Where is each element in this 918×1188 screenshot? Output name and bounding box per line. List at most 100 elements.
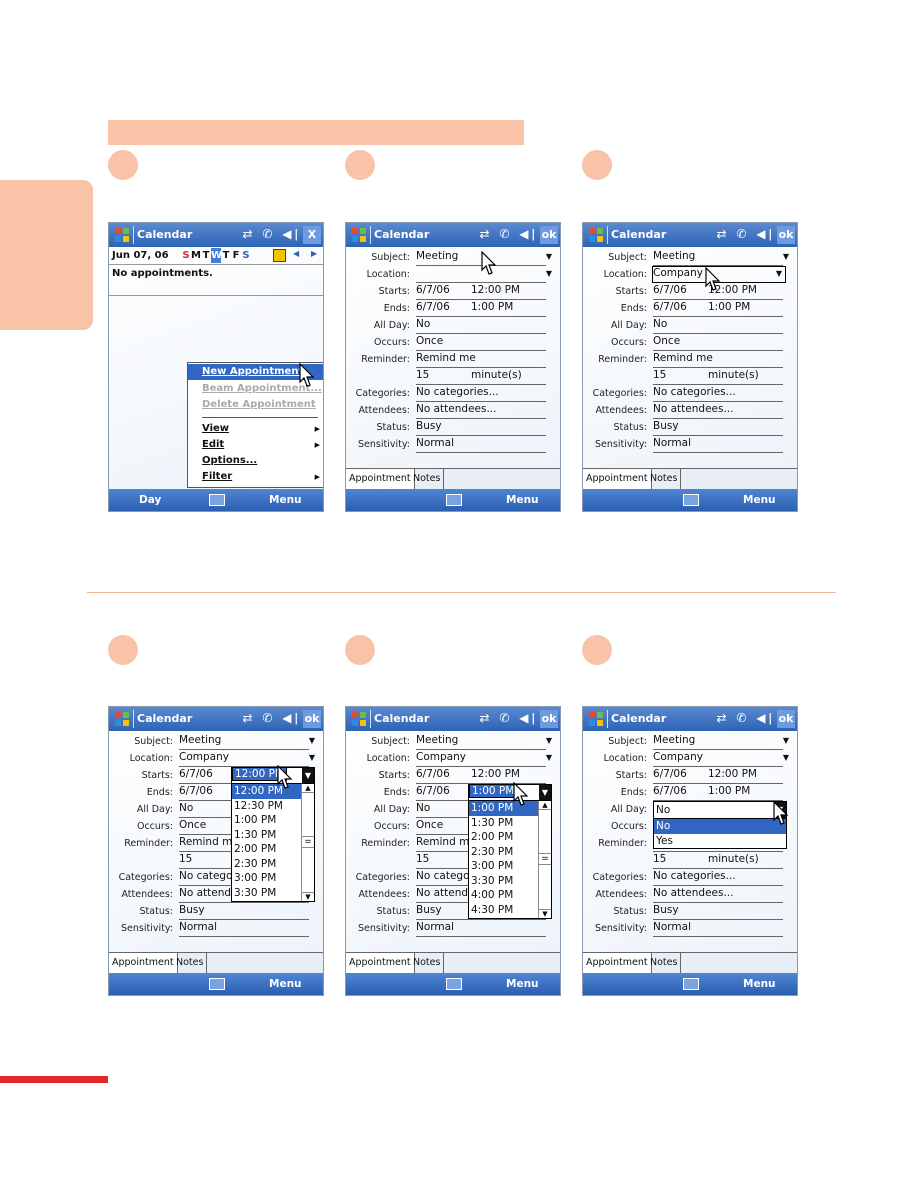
ok-button[interactable]: ok bbox=[303, 710, 321, 728]
tab-notes[interactable]: Notes bbox=[410, 469, 445, 489]
field-value[interactable]: 6/7/06 12:00 PM bbox=[653, 768, 783, 784]
weekday-0[interactable]: S bbox=[181, 248, 191, 263]
softkey-right[interactable]: Menu bbox=[506, 494, 539, 506]
tab-notes[interactable]: Notes bbox=[410, 953, 445, 973]
menu-item[interactable]: Edit bbox=[202, 438, 224, 452]
keyboard-icon[interactable] bbox=[446, 494, 462, 506]
field-value[interactable]: Busy bbox=[653, 420, 783, 436]
tab-appointment[interactable]: Appointment bbox=[109, 953, 178, 973]
field-value[interactable]: Busy bbox=[179, 904, 309, 920]
tab-appointment[interactable]: Appointment bbox=[583, 953, 652, 973]
menu-item[interactable]: Options... bbox=[202, 454, 257, 468]
keyboard-icon[interactable] bbox=[209, 494, 225, 506]
status-icons[interactable]: ⇄ ✆ ◀ǀ bbox=[242, 711, 301, 725]
dropdown-arrow-icon[interactable]: ▼ bbox=[309, 736, 315, 745]
field-value[interactable]: Once bbox=[416, 335, 546, 351]
field-value[interactable]: Meeting ▼ bbox=[653, 250, 789, 266]
today-icon[interactable] bbox=[273, 249, 286, 262]
field-value[interactable]: Busy bbox=[653, 904, 783, 920]
field-value[interactable]: Normal bbox=[416, 437, 546, 453]
weekday-4[interactable]: T bbox=[221, 248, 231, 263]
field-value[interactable]: Company ▼ bbox=[653, 751, 789, 767]
prev-week-icon[interactable]: ◀ bbox=[293, 249, 299, 258]
status-icons[interactable]: ⇄ ✆ ◀ǀ bbox=[716, 711, 775, 725]
field-value[interactable]: 6/7/06 1:00 PM bbox=[653, 301, 783, 317]
field-value[interactable]: Company ▼ bbox=[416, 751, 552, 767]
field-value[interactable]: No attendees... bbox=[653, 403, 783, 419]
softkey-right[interactable]: Menu bbox=[743, 978, 776, 990]
softkey-left[interactable]: Day bbox=[139, 494, 161, 506]
status-icons[interactable]: ⇄ ✆ ◀ǀ bbox=[479, 711, 538, 725]
keyboard-icon[interactable] bbox=[446, 978, 462, 990]
ok-button[interactable]: ok bbox=[540, 226, 558, 244]
field-value[interactable]: Normal bbox=[416, 921, 546, 937]
tab-appointment[interactable]: Appointment bbox=[346, 469, 415, 489]
scrollbar[interactable]: ▲ = ▼ bbox=[538, 801, 551, 918]
field-value[interactable]: No categories... bbox=[416, 386, 546, 402]
weekday-6[interactable]: S bbox=[241, 248, 251, 263]
keyboard-icon[interactable] bbox=[683, 978, 699, 990]
status-icons[interactable]: ⇄ ✆ ◀ǀ bbox=[479, 227, 538, 241]
field-value[interactable]: No categories... bbox=[653, 870, 783, 886]
dropdown-arrow-icon[interactable]: ▼ bbox=[302, 768, 314, 783]
dropdown-arrow-icon[interactable]: ▼ bbox=[546, 736, 552, 745]
field-value[interactable]: Meeting ▼ bbox=[416, 734, 552, 750]
windows-start-icon[interactable] bbox=[350, 226, 368, 244]
dropdown-arrow-icon[interactable]: ▼ bbox=[776, 269, 782, 278]
next-week-icon[interactable]: ▶ bbox=[311, 249, 317, 258]
windows-start-icon[interactable] bbox=[587, 710, 605, 728]
field-value[interactable]: Once bbox=[653, 335, 783, 351]
windows-start-icon[interactable] bbox=[587, 226, 605, 244]
tab-appointment[interactable]: Appointment bbox=[583, 469, 652, 489]
windows-start-icon[interactable] bbox=[113, 226, 131, 244]
field-value[interactable]: 15 minute(s) bbox=[653, 369, 783, 385]
dropdown-arrow-icon[interactable]: ▼ bbox=[546, 753, 552, 762]
field-value[interactable]: Remind me bbox=[653, 352, 783, 368]
field-value[interactable]: Meeting ▼ bbox=[653, 734, 789, 750]
allday-dropdown-field[interactable]: No▼ bbox=[653, 801, 787, 819]
ok-button[interactable]: ok bbox=[777, 226, 795, 244]
dropdown-option[interactable]: No bbox=[654, 819, 786, 834]
field-value[interactable]: 15 minute(s) bbox=[653, 853, 783, 869]
field-value[interactable]: No bbox=[653, 318, 783, 334]
dropdown-arrow-icon[interactable]: ▼ bbox=[539, 785, 551, 800]
time-dropdown-field[interactable]: 12:00 PM ▼ bbox=[231, 767, 315, 784]
field-value[interactable]: 6/7/06 1:00 PM bbox=[416, 301, 546, 317]
dropdown-arrow-icon[interactable]: ▼ bbox=[546, 252, 552, 261]
keyboard-icon[interactable] bbox=[209, 978, 225, 990]
field-value[interactable]: Remind me bbox=[416, 352, 546, 368]
field-value[interactable]: Busy bbox=[416, 420, 546, 436]
time-dropdown-field[interactable]: 1:00 PM ▼ bbox=[468, 784, 552, 801]
dropdown-arrow-icon[interactable]: ▼ bbox=[309, 753, 315, 762]
field-value[interactable]: 15 minute(s) bbox=[416, 369, 546, 385]
tab-appointment[interactable]: Appointment bbox=[346, 953, 415, 973]
status-icons[interactable]: ⇄ ✆ ◀ǀ bbox=[716, 227, 775, 241]
weekday-2[interactable]: T bbox=[201, 248, 211, 263]
dropdown-arrow-icon[interactable]: ▼ bbox=[546, 269, 552, 278]
menu-item[interactable]: View bbox=[202, 422, 229, 436]
dropdown-arrow-icon[interactable]: ▼ bbox=[783, 736, 789, 745]
ok-button[interactable]: ok bbox=[540, 710, 558, 728]
field-value[interactable]: Normal bbox=[179, 921, 309, 937]
status-icons[interactable]: ⇄ ✆ ◀ǀ bbox=[242, 227, 301, 241]
field-value[interactable]: Meeting ▼ bbox=[179, 734, 315, 750]
dropdown-arrow-icon[interactable]: ▼ bbox=[783, 753, 789, 762]
field-value[interactable]: No bbox=[416, 318, 546, 334]
weekday-5[interactable]: F bbox=[231, 248, 241, 263]
keyboard-icon[interactable] bbox=[683, 494, 699, 506]
dropdown-option[interactable]: Yes bbox=[654, 834, 786, 849]
field-value[interactable]: No attendees... bbox=[416, 403, 546, 419]
dropdown-arrow-icon[interactable]: ▼ bbox=[783, 252, 789, 261]
softkey-right[interactable]: Menu bbox=[506, 978, 539, 990]
scrollbar[interactable]: ▲ = ▼ bbox=[301, 784, 314, 901]
field-value[interactable]: Normal bbox=[653, 437, 783, 453]
field-value[interactable]: 6/7/06 12:00 PM bbox=[416, 284, 546, 300]
weekday-1[interactable]: M bbox=[191, 248, 201, 263]
menu-item[interactable]: Filter bbox=[202, 470, 232, 484]
softkey-right[interactable]: Menu bbox=[743, 494, 776, 506]
field-value[interactable]: Normal bbox=[653, 921, 783, 937]
softkey-right[interactable]: Menu bbox=[269, 494, 302, 506]
windows-start-icon[interactable] bbox=[113, 710, 131, 728]
tab-notes[interactable]: Notes bbox=[647, 953, 682, 973]
field-value[interactable]: 6/7/06 1:00 PM bbox=[653, 785, 783, 801]
